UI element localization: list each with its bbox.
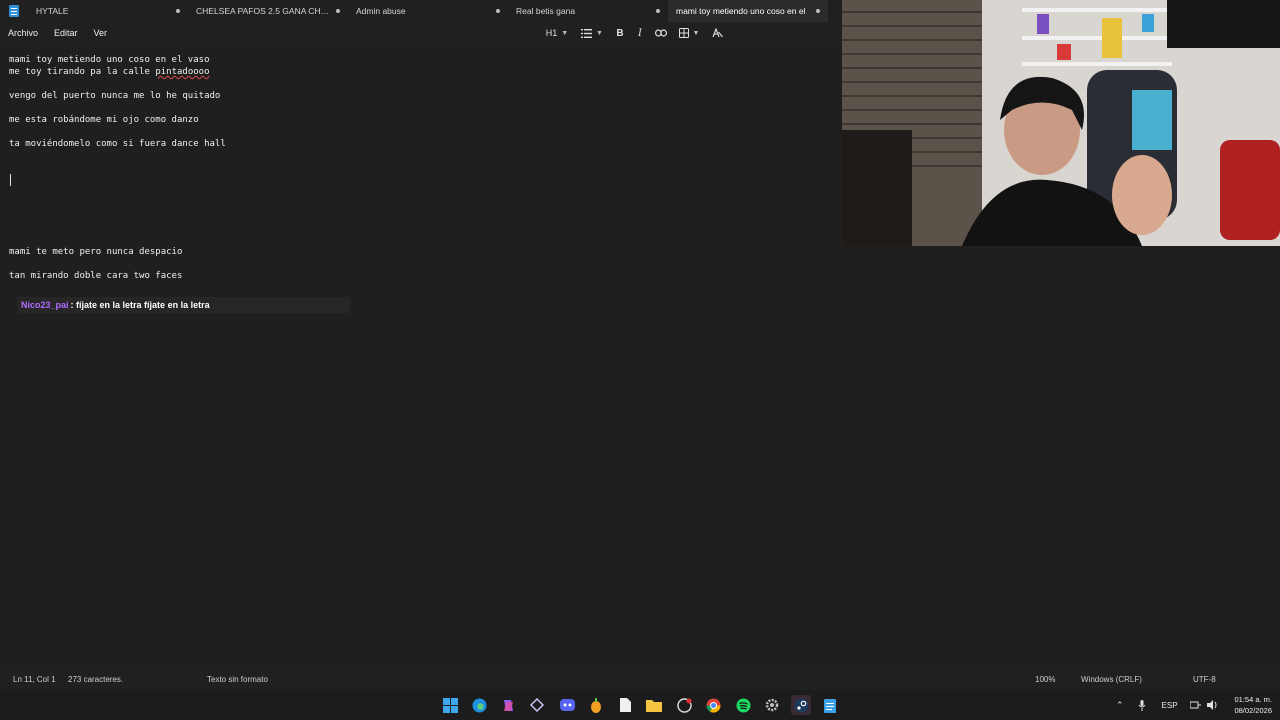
character-count: 273 caracteres.: [68, 675, 124, 684]
heading-dropdown[interactable]: H1 ▼: [540, 22, 574, 44]
start-button[interactable]: [440, 695, 460, 715]
menu-view[interactable]: Ver: [86, 22, 116, 44]
diamond-app-icon: [530, 698, 544, 712]
discord-icon: [559, 699, 575, 711]
text-line-segment: me toy tirando pa la calle: [9, 67, 156, 77]
tab-admin-abuse[interactable]: Admin abuse: [348, 0, 508, 22]
misspelled-word: pintadoooo: [155, 67, 210, 77]
chevron-down-icon: ▼: [561, 29, 569, 37]
notepad-app[interactable]: [820, 695, 840, 715]
chrome-app[interactable]: [703, 695, 723, 715]
menu-edit[interactable]: Editar: [46, 22, 86, 44]
tab-real-betis[interactable]: Real betis gana: [508, 0, 668, 22]
language-indicator[interactable]: ESP: [1162, 701, 1178, 710]
text-line: me toy tirando pa la calle pintadoooo: [9, 67, 210, 77]
notepad-icon: [0, 0, 28, 22]
text-line: ta moviéndomelo como si fuera dance hall: [9, 139, 226, 149]
chrome-icon: [705, 698, 721, 713]
chat-text: : fíjate en la letra fíjate en la letra: [70, 300, 210, 310]
unsaved-dot-icon: [336, 9, 340, 13]
cursor-position: Ln 11, Col 1: [13, 675, 56, 684]
clear-format-button[interactable]: [706, 22, 728, 44]
chat-username: Nico23_pai: [21, 300, 69, 310]
notepad-icon: [824, 698, 836, 713]
format-indicator[interactable]: Texto sin formato: [207, 675, 268, 684]
text-line: me esta robándome mi ojo como danzo: [9, 115, 199, 125]
tab-bar: HYTALE CHELSEA PAFOS 2.5 GANA CHELSEA Ad…: [0, 0, 842, 22]
tab-hytale[interactable]: HYTALE: [28, 0, 188, 22]
discord-app[interactable]: [557, 695, 577, 715]
tab-label: mami toy metiendo uno coso en el: [676, 6, 806, 16]
heading-label: H1: [545, 28, 558, 38]
system-tray: ⌃ ESP: [1116, 690, 1218, 720]
list-icon: [581, 28, 593, 38]
chevron-down-icon: ▼: [596, 29, 603, 37]
clear-formatting-icon: [711, 28, 723, 38]
tab-label: Real betis gana: [516, 6, 576, 16]
network-icon[interactable]: [1189, 700, 1201, 710]
settings-app[interactable]: [762, 695, 782, 715]
windows-logo-icon: [442, 697, 458, 713]
edge-icon: [472, 698, 486, 712]
encoding[interactable]: UTF-8: [1193, 675, 1216, 684]
unsaved-dot-icon: [816, 9, 820, 13]
record-icon: [676, 697, 692, 713]
steam-icon: [794, 698, 808, 712]
text-line: mami te meto pero nunca despacio: [9, 247, 183, 257]
format-toolbar: H1 ▼ ▼ B I ▼: [540, 22, 728, 44]
clock-date: 08/02/2026: [1234, 706, 1272, 715]
bold-button[interactable]: B: [610, 22, 630, 44]
file-explorer-app[interactable]: [644, 695, 664, 715]
spotify-icon: [736, 698, 750, 712]
vpn-app[interactable]: [527, 695, 547, 715]
steam-app[interactable]: [791, 695, 811, 715]
line-ending[interactable]: Windows (CRLF): [1081, 675, 1142, 684]
folder-icon: [646, 699, 662, 712]
background-panel: [842, 246, 1280, 668]
chevron-up-icon[interactable]: ⌃: [1116, 700, 1124, 711]
text-caret: [10, 174, 11, 186]
link-button[interactable]: [650, 22, 672, 44]
obs-app[interactable]: [674, 695, 694, 715]
document-icon: [619, 698, 631, 712]
chevron-down-icon: ▼: [692, 29, 700, 37]
file-app[interactable]: [615, 695, 635, 715]
microphone-icon[interactable]: [1138, 699, 1146, 711]
menu-file[interactable]: Archivo: [0, 22, 46, 44]
clock[interactable]: 01:54 a. m. 08/02/2026: [1234, 694, 1272, 716]
fruit-icon: [591, 697, 601, 713]
volume-icon[interactable]: [1206, 700, 1218, 710]
table-icon: [678, 28, 689, 38]
menu-bar: Archivo Editar Ver H1 ▼ ▼ B I ▼: [0, 22, 842, 44]
zoom-level[interactable]: 100%: [1035, 675, 1055, 684]
list-dropdown[interactable]: ▼: [574, 22, 610, 44]
gear-icon: [765, 698, 779, 712]
text-line: tan mirando doble cara two faces: [9, 271, 183, 281]
italic-button[interactable]: I: [630, 22, 650, 44]
unsaved-dot-icon: [496, 9, 500, 13]
tab-label: HYTALE: [36, 6, 69, 16]
unsaved-dot-icon: [176, 9, 180, 13]
status-bar: Ln 11, Col 1 273 caracteres. Texto sin f…: [0, 668, 1280, 690]
tab-chelsea[interactable]: CHELSEA PAFOS 2.5 GANA CHELSEA: [188, 0, 348, 22]
text-line: mami toy metiendo uno coso en el vaso: [9, 55, 210, 65]
text-editor[interactable]: mami toy metiendo uno coso en el vaso me…: [0, 44, 842, 668]
copilot-app[interactable]: [498, 695, 518, 715]
webcam-feed: [842, 0, 1280, 246]
tab-label: Admin abuse: [356, 6, 406, 16]
tab-active-lyrics[interactable]: mami toy metiendo uno coso en el: [668, 0, 828, 22]
table-dropdown[interactable]: ▼: [672, 22, 706, 44]
link-icon: [655, 29, 667, 37]
taskbar: ⌃ ESP 01:54 a. m. 08/02/2026: [0, 690, 1280, 720]
clock-time: 01:54 a. m.: [1234, 695, 1272, 704]
copilot-icon: [503, 699, 513, 711]
spotify-app[interactable]: [733, 695, 753, 715]
webcam-scene-image: [842, 0, 1280, 246]
edge-app[interactable]: [469, 695, 489, 715]
tab-label: CHELSEA PAFOS 2.5 GANA CHELSEA: [196, 6, 331, 16]
fl-studio-app[interactable]: [586, 695, 606, 715]
stream-chat-message: Nico23_pai : fíjate en la letra fíjate e…: [17, 297, 350, 313]
text-line: vengo del puerto nunca me lo he quitado: [9, 91, 221, 101]
unsaved-dot-icon: [656, 9, 660, 13]
